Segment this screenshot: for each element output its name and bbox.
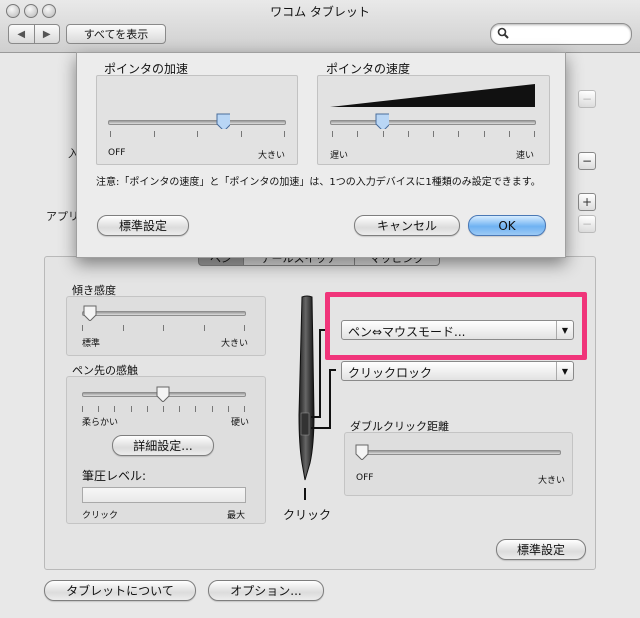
slider-tick [244, 325, 245, 331]
slider-tick [197, 131, 198, 137]
slider-tick [179, 406, 181, 412]
options-button[interactable]: オプション... [208, 580, 324, 601]
slider-tick [357, 131, 359, 137]
tilt-slider-track[interactable] [82, 311, 246, 316]
remove-application-button[interactable]: − [578, 215, 596, 233]
slider-tick [534, 131, 535, 137]
lower-side-switch-value: クリックロック [348, 366, 433, 380]
accel-slider-track[interactable] [108, 120, 286, 125]
double-click-max-label: 大きい [538, 476, 566, 486]
search-icon [497, 27, 509, 39]
slider-tick [130, 406, 132, 412]
tilt-max-label: 大きい [221, 339, 249, 349]
remove-tablet-button[interactable]: − [578, 90, 596, 108]
tip-feel-slider-thumb[interactable] [156, 386, 170, 402]
tip-function-label: クリック [283, 508, 332, 522]
double-click-min-label: OFF [356, 473, 374, 483]
slider-tick [244, 406, 245, 412]
forward-button[interactable]: ▶ [35, 25, 60, 43]
search-field[interactable] [490, 23, 632, 45]
slider-tick [458, 131, 460, 137]
pressure-label: 筆圧レベル: [82, 469, 147, 483]
slider-tick [153, 131, 155, 137]
slider-tick [240, 131, 242, 137]
tip-feel-min-label: 柔らかい [82, 418, 119, 428]
accel-max-label: 大きい [258, 151, 286, 161]
accel-slider-thumb[interactable] [216, 113, 230, 129]
slider-tick [284, 131, 285, 137]
slider-tick [407, 131, 409, 137]
details-button[interactable]: 詳細設定... [112, 435, 214, 456]
remove-input-button[interactable]: − [578, 152, 596, 170]
about-tablet-button[interactable]: タブレットについて [44, 580, 196, 601]
ok-button[interactable]: OK [468, 215, 546, 236]
tilt-ticks [82, 325, 246, 331]
slider-tick [82, 325, 83, 331]
slider-tick [98, 406, 100, 412]
tilt-min-label: 標準 [82, 339, 101, 349]
title-bar: ワコム タブレット ◀ ▶ すべてを表示 [0, 0, 640, 53]
slider-tick [203, 325, 205, 331]
slider-tick [110, 131, 111, 137]
sheet-default-button[interactable]: 標準設定 [97, 215, 189, 236]
slider-tick [227, 406, 229, 412]
speed-slider-track[interactable] [330, 120, 536, 125]
slider-tick [211, 406, 213, 412]
slider-tick [114, 406, 116, 412]
slider-tick [163, 325, 164, 331]
double-click-slider-thumb[interactable] [355, 444, 369, 460]
double-click-slider-track[interactable] [356, 450, 561, 455]
tip-feel-max-label: 硬い [231, 418, 250, 428]
speed-slider-thumb[interactable] [375, 113, 389, 129]
slider-tick [508, 131, 510, 137]
add-application-button[interactable]: + [578, 193, 596, 211]
slider-tick [146, 406, 148, 412]
panel-default-button[interactable]: 標準設定 [496, 539, 586, 560]
pressure-min-label: クリック [82, 511, 119, 521]
slider-tick [82, 406, 83, 412]
slider-tick [195, 406, 197, 412]
speed-min-label: 遅い [330, 151, 349, 161]
slider-tick [382, 131, 384, 137]
speed-ramp-graphic [330, 84, 535, 107]
slider-tick [332, 131, 333, 137]
speed-ticks [332, 131, 536, 137]
slider-tick [483, 131, 485, 137]
application-label: アプリ [46, 210, 79, 223]
speed-max-label: 速い [516, 151, 535, 161]
double-click-group [344, 432, 573, 496]
accel-ticks [110, 131, 286, 137]
nav-button-group: ◀ ▶ [8, 24, 60, 44]
cancel-button[interactable]: キャンセル [354, 215, 460, 236]
lower-side-switch-popup[interactable]: クリックロック ▼ [341, 361, 574, 381]
accel-min-label: OFF [108, 148, 126, 158]
show-all-button[interactable]: すべてを表示 [66, 24, 166, 44]
chevron-down-icon: ▼ [556, 362, 573, 380]
slider-tick [433, 131, 434, 137]
slider-tick [122, 325, 124, 331]
back-button[interactable]: ◀ [9, 25, 35, 43]
highlight-frame [325, 292, 587, 360]
tip-feel-ticks [82, 406, 246, 412]
tilt-slider-thumb[interactable] [83, 305, 97, 321]
pressure-max-label: 最大 [227, 511, 246, 521]
pressure-level-bar [82, 487, 246, 503]
speed-accel-note: 注意:「ポインタの速度」と「ポインタの加速」は、1つの入力デバイスに1種類のみ設… [96, 177, 541, 188]
window-title: ワコム タブレット [270, 5, 370, 19]
slider-tick [163, 406, 164, 412]
